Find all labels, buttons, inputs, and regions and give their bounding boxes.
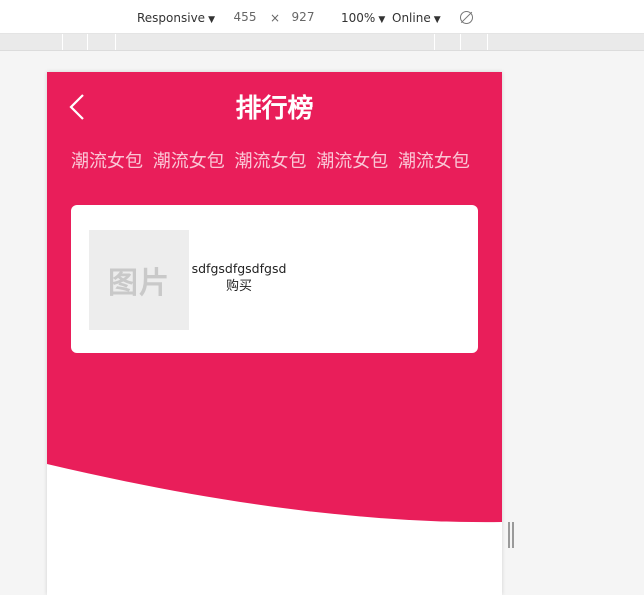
- device-mode-select[interactable]: Responsive ▼: [137, 10, 215, 26]
- category-tag[interactable]: 潮流女包: [398, 151, 470, 172]
- category-tag[interactable]: 潮流女包: [71, 151, 143, 172]
- ruler-segment: [460, 34, 461, 50]
- buy-button[interactable]: 购买: [219, 279, 259, 295]
- category-tag[interactable]: 潮流女包: [316, 151, 388, 172]
- handle-bar: [512, 522, 514, 548]
- category-tag[interactable]: 潮流女包: [153, 151, 225, 172]
- product-image-placeholder: 图片: [89, 230, 189, 330]
- zoom-select[interactable]: 100% ▼: [341, 10, 385, 26]
- category-tag[interactable]: 潮流女包: [234, 151, 306, 172]
- media-query-ruler[interactable]: [0, 34, 644, 51]
- height-input[interactable]: 927: [283, 8, 323, 26]
- network-label: Online: [392, 11, 431, 25]
- ruler-segment: [115, 34, 116, 50]
- zoom-label: 100%: [341, 11, 376, 25]
- device-mode-label: Responsive: [137, 11, 206, 25]
- dimension-separator: ×: [270, 11, 281, 25]
- ruler-segment: [487, 34, 488, 50]
- category-tags: 潮流女包 潮流女包 潮流女包 潮流女包 潮流女包: [71, 150, 491, 174]
- page-title: 排行榜: [235, 94, 314, 124]
- caret-down-icon: ▼: [433, 15, 441, 25]
- page-header: 排行榜: [47, 72, 502, 144]
- viewport-resize-handle[interactable]: [508, 522, 514, 548]
- devtools-toolbar: Responsive ▼ 455 × 927 100% ▼ Online ▼: [0, 0, 644, 34]
- product-name: sdfgsdfgsdfgsd: [191, 261, 287, 276]
- ruler-segment: [434, 34, 435, 50]
- rotate-icon[interactable]: [460, 11, 473, 24]
- caret-down-icon: ▼: [208, 15, 215, 25]
- ruler-segment: [87, 34, 88, 50]
- ruler-segment: [62, 34, 63, 50]
- network-throttle-select[interactable]: Online ▼: [392, 10, 441, 26]
- product-card[interactable]: 图片 sdfgsdfgsdfgsd 购买: [71, 205, 478, 353]
- caret-down-icon: ▼: [378, 15, 386, 25]
- width-input[interactable]: 455: [225, 8, 265, 26]
- handle-bar: [508, 522, 510, 548]
- device-viewport: 排行榜 潮流女包 潮流女包 潮流女包 潮流女包 潮流女包 图片 sdfgsdfg…: [47, 72, 502, 595]
